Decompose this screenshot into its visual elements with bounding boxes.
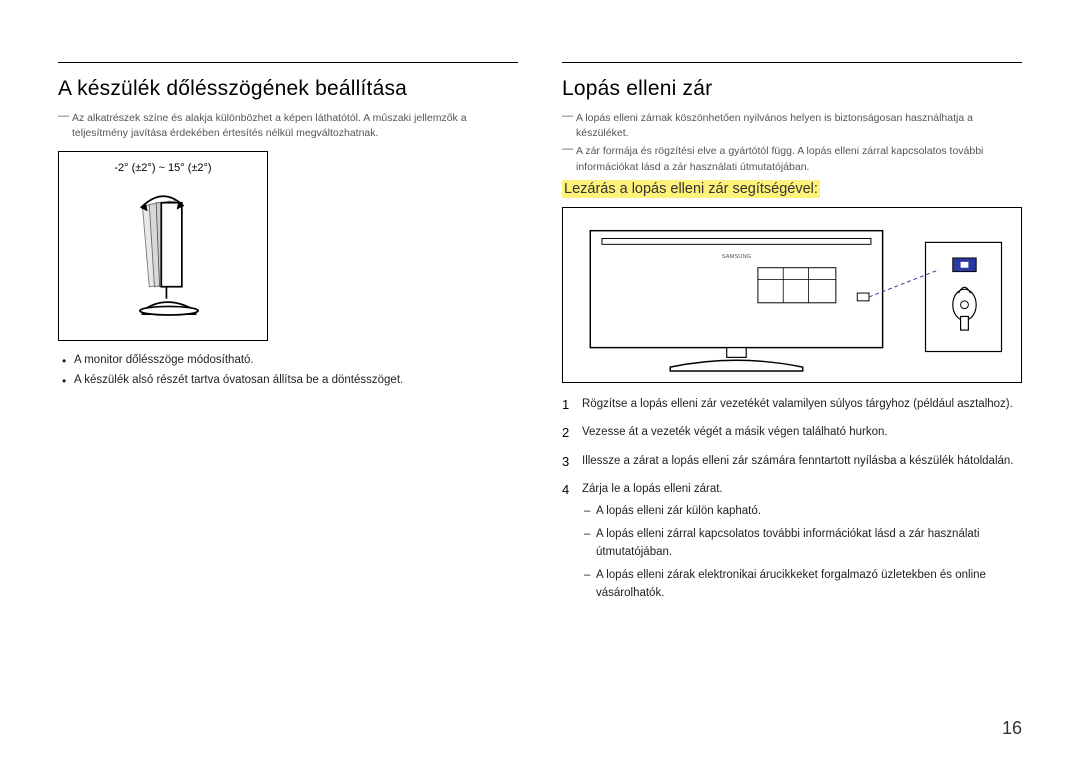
left-column: A készülék dőlésszögének beállítása Az a… xyxy=(58,62,518,612)
step-text: Rögzítse a lopás elleni zár vezetékét va… xyxy=(582,398,1013,410)
right-note-1: A lopás elleni zárnak köszönhetően nyilv… xyxy=(562,111,1022,141)
left-bullet-item: A készülék alsó részét tartva óvatosan á… xyxy=(58,371,518,391)
step-number: 1 xyxy=(562,395,569,416)
sub-note-item: A lopás elleni zár külön kapható. xyxy=(582,502,1022,520)
left-bullet-list: A monitor dőlésszöge módosítható. A kész… xyxy=(58,351,518,390)
lock-figure: SAMSUNG xyxy=(562,207,1022,383)
right-column: Lopás elleni zár A lopás elleni zárnak k… xyxy=(562,62,1022,612)
step-number: 2 xyxy=(562,423,569,444)
step-item: 4 Zárja le a lopás elleni zárat. A lopás … xyxy=(562,480,1022,602)
highlighted-text: Lezárás a lopás elleni zár segítségével: xyxy=(562,180,820,198)
lock-diagram-icon: SAMSUNG xyxy=(563,208,1021,382)
step-text: Illessze a zárat a lopás elleni zár szám… xyxy=(582,455,1014,467)
section-rule xyxy=(562,62,1022,63)
lock-steps-list: 1 Rögzítse a lopás elleni zár vezetékét v… xyxy=(562,395,1022,603)
step-text: Vezesse át a vezeték végét a másik végen… xyxy=(582,426,888,438)
step-number: 3 xyxy=(562,452,569,473)
right-subheading: Lezárás a lopás elleni zár segítségével: xyxy=(562,181,1022,197)
svg-text:SAMSUNG: SAMSUNG xyxy=(722,254,752,260)
sub-note-item: A lopás elleni zárak elektronikai árucik… xyxy=(582,566,1022,603)
tilt-caption: -2° (±2°) ~ 15° (±2°) xyxy=(114,162,211,174)
tilt-monitor-icon xyxy=(103,180,223,330)
tilt-figure: -2° (±2°) ~ 15° (±2°) xyxy=(58,151,268,341)
right-note-2: A zár formája és rögzítési elve a gyártó… xyxy=(562,144,1022,174)
page-number: 16 xyxy=(1002,718,1022,739)
step-item: 3 Illessze a zárat a lopás elleni zár szá… xyxy=(562,452,1022,470)
step-text: Zárja le a lopás elleni zárat. xyxy=(582,483,723,495)
right-heading: Lopás elleni zár xyxy=(562,77,1022,101)
manual-page: A készülék dőlésszögének beállítása Az a… xyxy=(0,0,1080,763)
section-rule xyxy=(58,62,518,63)
sub-notes-list: A lopás elleni zár külön kapható. A lopá… xyxy=(582,502,1022,602)
step-item: 2 Vezesse át a vezeték végét a másik vége… xyxy=(562,423,1022,441)
sub-note-item: A lopás elleni zárral kapcsolatos tovább… xyxy=(582,525,1022,562)
step-item: 1 Rögzítse a lopás elleni zár vezetékét v… xyxy=(562,395,1022,413)
left-heading: A készülék dőlésszögének beállítása xyxy=(58,77,518,101)
left-note-1: Az alkatrészek színe és alakja különbözh… xyxy=(58,111,518,141)
step-number: 4 xyxy=(562,480,569,501)
two-column-layout: A készülék dőlésszögének beállítása Az a… xyxy=(58,62,1022,612)
left-bullet-item: A monitor dőlésszöge módosítható. xyxy=(58,351,518,371)
